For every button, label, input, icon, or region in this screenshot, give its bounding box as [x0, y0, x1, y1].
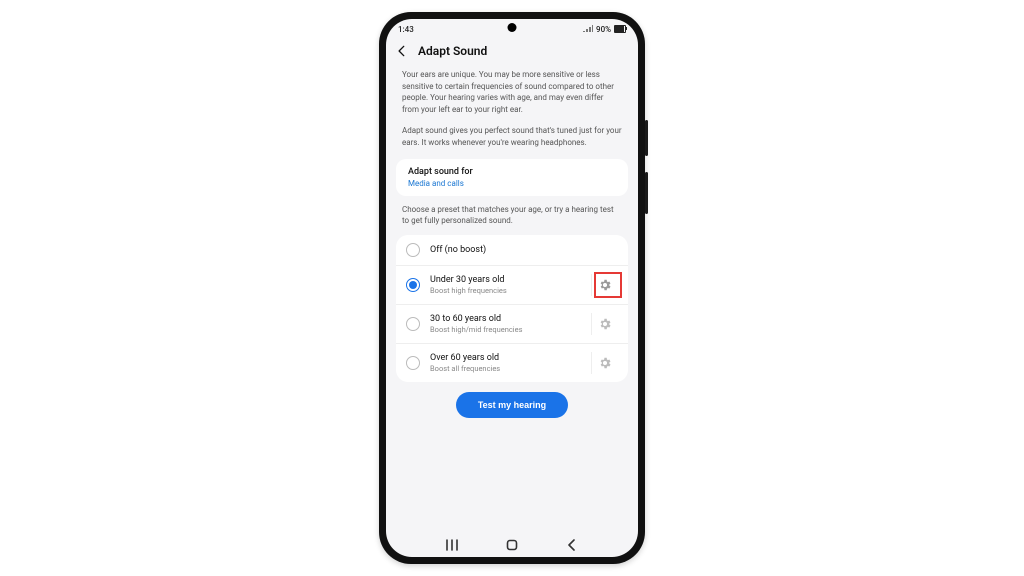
- android-nav-bar: [386, 533, 638, 557]
- preset-option-under-30[interactable]: Under 30 years old Boost high frequencie…: [396, 265, 628, 304]
- radio-icon: [406, 356, 420, 370]
- intro-paragraph-1: Your ears are unique. You may be more se…: [402, 69, 622, 115]
- gear-icon: [598, 317, 612, 331]
- preset-label: Off (no boost): [430, 245, 618, 255]
- battery-pct: 90%: [596, 25, 611, 34]
- radio-icon: [406, 317, 420, 331]
- battery-icon: [614, 25, 626, 33]
- status-time: 1:43: [398, 25, 414, 34]
- status-right: 90%: [583, 24, 626, 34]
- gear-icon: [598, 356, 612, 370]
- adapt-for-value: Media and calls: [408, 179, 616, 188]
- home-icon: [505, 538, 519, 552]
- adapt-for-card[interactable]: Adapt sound for Media and calls: [396, 159, 628, 196]
- intro-paragraph-2: Adapt sound gives you perfect sound that…: [402, 125, 622, 148]
- radio-icon: [406, 243, 420, 257]
- title-bar: Adapt Sound: [386, 39, 638, 65]
- preset-list: Off (no boost) Under 30 years old Boost …: [396, 235, 628, 382]
- test-hearing-button[interactable]: Test my hearing: [456, 392, 568, 418]
- content: Your ears are unique. You may be more se…: [386, 65, 638, 533]
- preset-sub: Boost high frequencies: [430, 286, 577, 295]
- gear-icon: [598, 278, 612, 292]
- nav-recents[interactable]: [445, 538, 459, 552]
- preset-hint: Choose a preset that matches your age, o…: [402, 204, 622, 227]
- cta-area: Test my hearing: [396, 382, 628, 424]
- signal-icon: [583, 24, 593, 34]
- power-button: [645, 120, 648, 156]
- preset-option-over-60[interactable]: Over 60 years old Boost all frequencies: [396, 343, 628, 382]
- preset-settings-button[interactable]: [591, 274, 618, 296]
- volume-button: [645, 172, 648, 214]
- preset-label: Under 30 years old: [430, 275, 577, 285]
- screen: 1:43 90% Adapt Sound Your ears are uniqu…: [386, 19, 638, 557]
- preset-settings-button[interactable]: [591, 313, 618, 335]
- page-title: Adapt Sound: [418, 44, 487, 58]
- preset-option-off[interactable]: Off (no boost): [396, 235, 628, 265]
- chevron-left-icon: [395, 44, 409, 58]
- front-camera: [508, 23, 517, 32]
- recents-icon: [445, 539, 459, 551]
- preset-settings-button[interactable]: [591, 352, 618, 374]
- preset-label: 30 to 60 years old: [430, 314, 577, 324]
- nav-back[interactable]: [565, 538, 579, 552]
- nav-home[interactable]: [505, 538, 519, 552]
- back-button[interactable]: [394, 43, 410, 59]
- preset-sub: Boost all frequencies: [430, 364, 577, 373]
- phone-frame: 1:43 90% Adapt Sound Your ears are uniqu…: [379, 12, 645, 564]
- back-icon: [566, 539, 578, 551]
- stage: 1:43 90% Adapt Sound Your ears are uniqu…: [0, 0, 1024, 576]
- preset-sub: Boost high/mid frequencies: [430, 325, 577, 334]
- radio-icon: [406, 278, 420, 292]
- preset-label: Over 60 years old: [430, 353, 577, 363]
- adapt-for-label: Adapt sound for: [408, 167, 616, 177]
- preset-option-30-60[interactable]: 30 to 60 years old Boost high/mid freque…: [396, 304, 628, 343]
